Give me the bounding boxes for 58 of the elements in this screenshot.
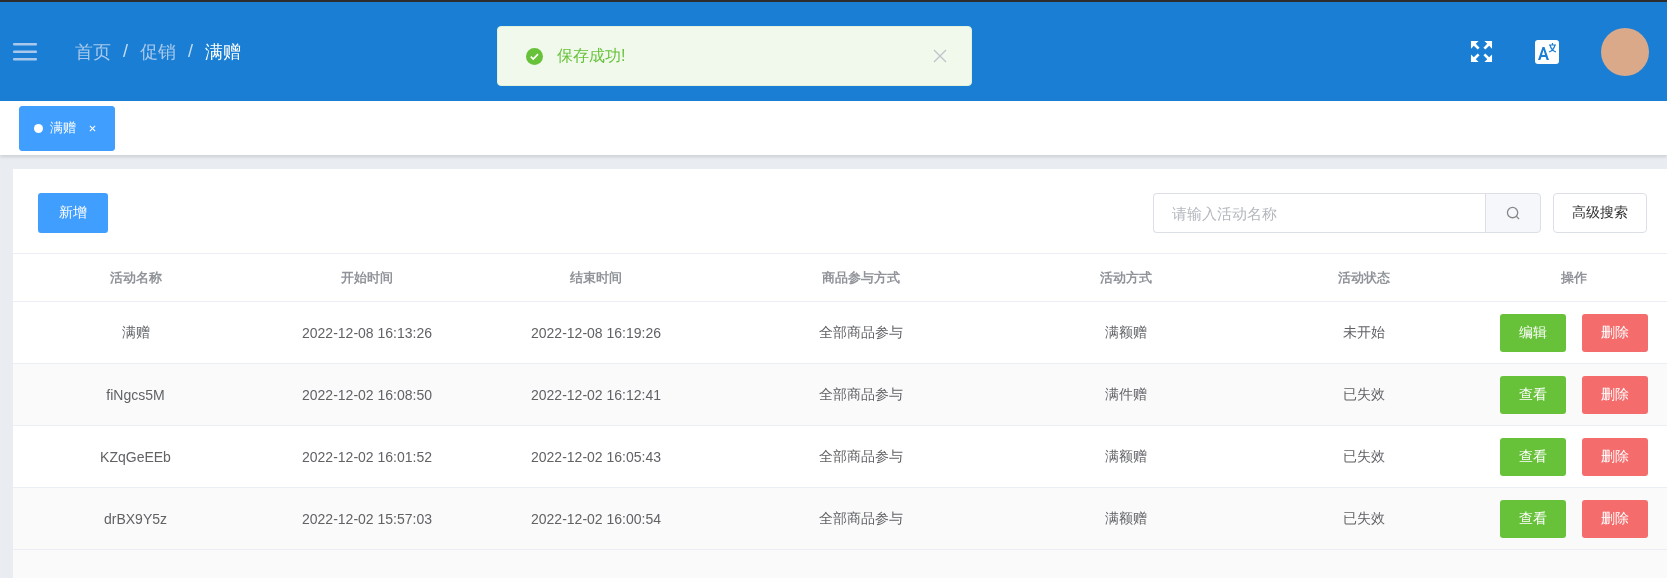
add-button[interactable]: 新增 [38,193,108,233]
table-cell: 2022-12-02 16:05:43 [531,448,661,465]
table-cell: KZqGeEEb [100,448,171,465]
toast-message: 保存成功! [557,45,626,66]
view-edit-button[interactable]: 编辑 [1500,313,1566,352]
search-icon [1505,205,1521,221]
table-cell: drBX9Y5z [103,510,167,527]
view-edit-button[interactable]: 查看 [1500,499,1566,538]
table-cell: 满额赠 [1105,447,1147,466]
translate-icon[interactable] [1535,39,1559,64]
search-button[interactable] [1485,193,1541,233]
column-header: 操作 [1561,268,1587,287]
check-circle-icon [526,47,543,65]
table-cell: 全部商品参与 [819,323,903,342]
table-cell: 2022-12-02 16:01:52 [302,448,432,465]
table-cell: 未开始 [1342,323,1385,342]
table-cell: 2022-12-08 16:19:26 [531,324,661,341]
column-header: 开始时间 [341,268,393,287]
breadcrumb-item[interactable]: 首页 [75,39,111,64]
view-edit-button[interactable]: 查看 [1500,375,1566,414]
advanced-search-button[interactable]: 高级搜索 [1553,193,1647,233]
column-header: 商品参与方式 [822,268,900,287]
breadcrumb-item[interactable]: 促销 [140,39,176,64]
table-cell: 2022-12-02 16:00:54 [531,510,661,527]
breadcrumb-separator: / [123,41,128,62]
dot-icon [34,123,43,133]
page-tab[interactable]: 满赠 [19,105,115,151]
avatar-photo-placeholder[interactable] [1601,27,1649,76]
table-cell: 2022-12-02 16:08:50 [302,386,432,403]
column-header: 活动状态 [1337,268,1390,287]
table-cell: 全部商品参与 [819,447,903,466]
breadcrumb-item: 满赠 [205,40,242,64]
column-header: 结束时间 [570,268,622,287]
table-cell: 全部商品参与 [819,385,903,404]
column-header: 活动名称 [109,268,162,287]
table-cell: 已失效 [1342,385,1385,404]
view-edit-button[interactable]: 查看 [1500,437,1566,476]
table-cell: 已失效 [1342,447,1385,466]
column-header: 活动方式 [1100,268,1152,287]
table-cell: 已失效 [1342,509,1385,528]
menu-icon[interactable] [13,42,37,61]
table-cell: 满件赠 [1105,385,1147,404]
table-cell: 2022-12-02 16:12:41 [531,386,661,403]
search-field[interactable]: 请输入活动名称 [1153,193,1485,233]
delete-button[interactable]: 删除 [1582,437,1648,476]
delete-button[interactable]: 删除 [1582,499,1648,538]
close-icon[interactable] [933,49,947,63]
table-cell: 满赠 [121,323,150,342]
delete-button[interactable]: 删除 [1582,375,1648,414]
table-cell: 满额赠 [1105,323,1147,342]
delete-button[interactable]: 删除 [1582,313,1648,352]
table-cell: 全部商品参与 [819,509,903,528]
table-cell: fiNgcs5M [106,386,165,403]
breadcrumb-separator: / [188,41,194,62]
table-cell: 满额赠 [1105,509,1147,528]
table-cell: 2022-12-08 16:13:26 [302,324,432,341]
table-cell: 2022-12-02 15:57:03 [302,510,432,527]
fullscreen-icon[interactable] [1470,40,1493,63]
